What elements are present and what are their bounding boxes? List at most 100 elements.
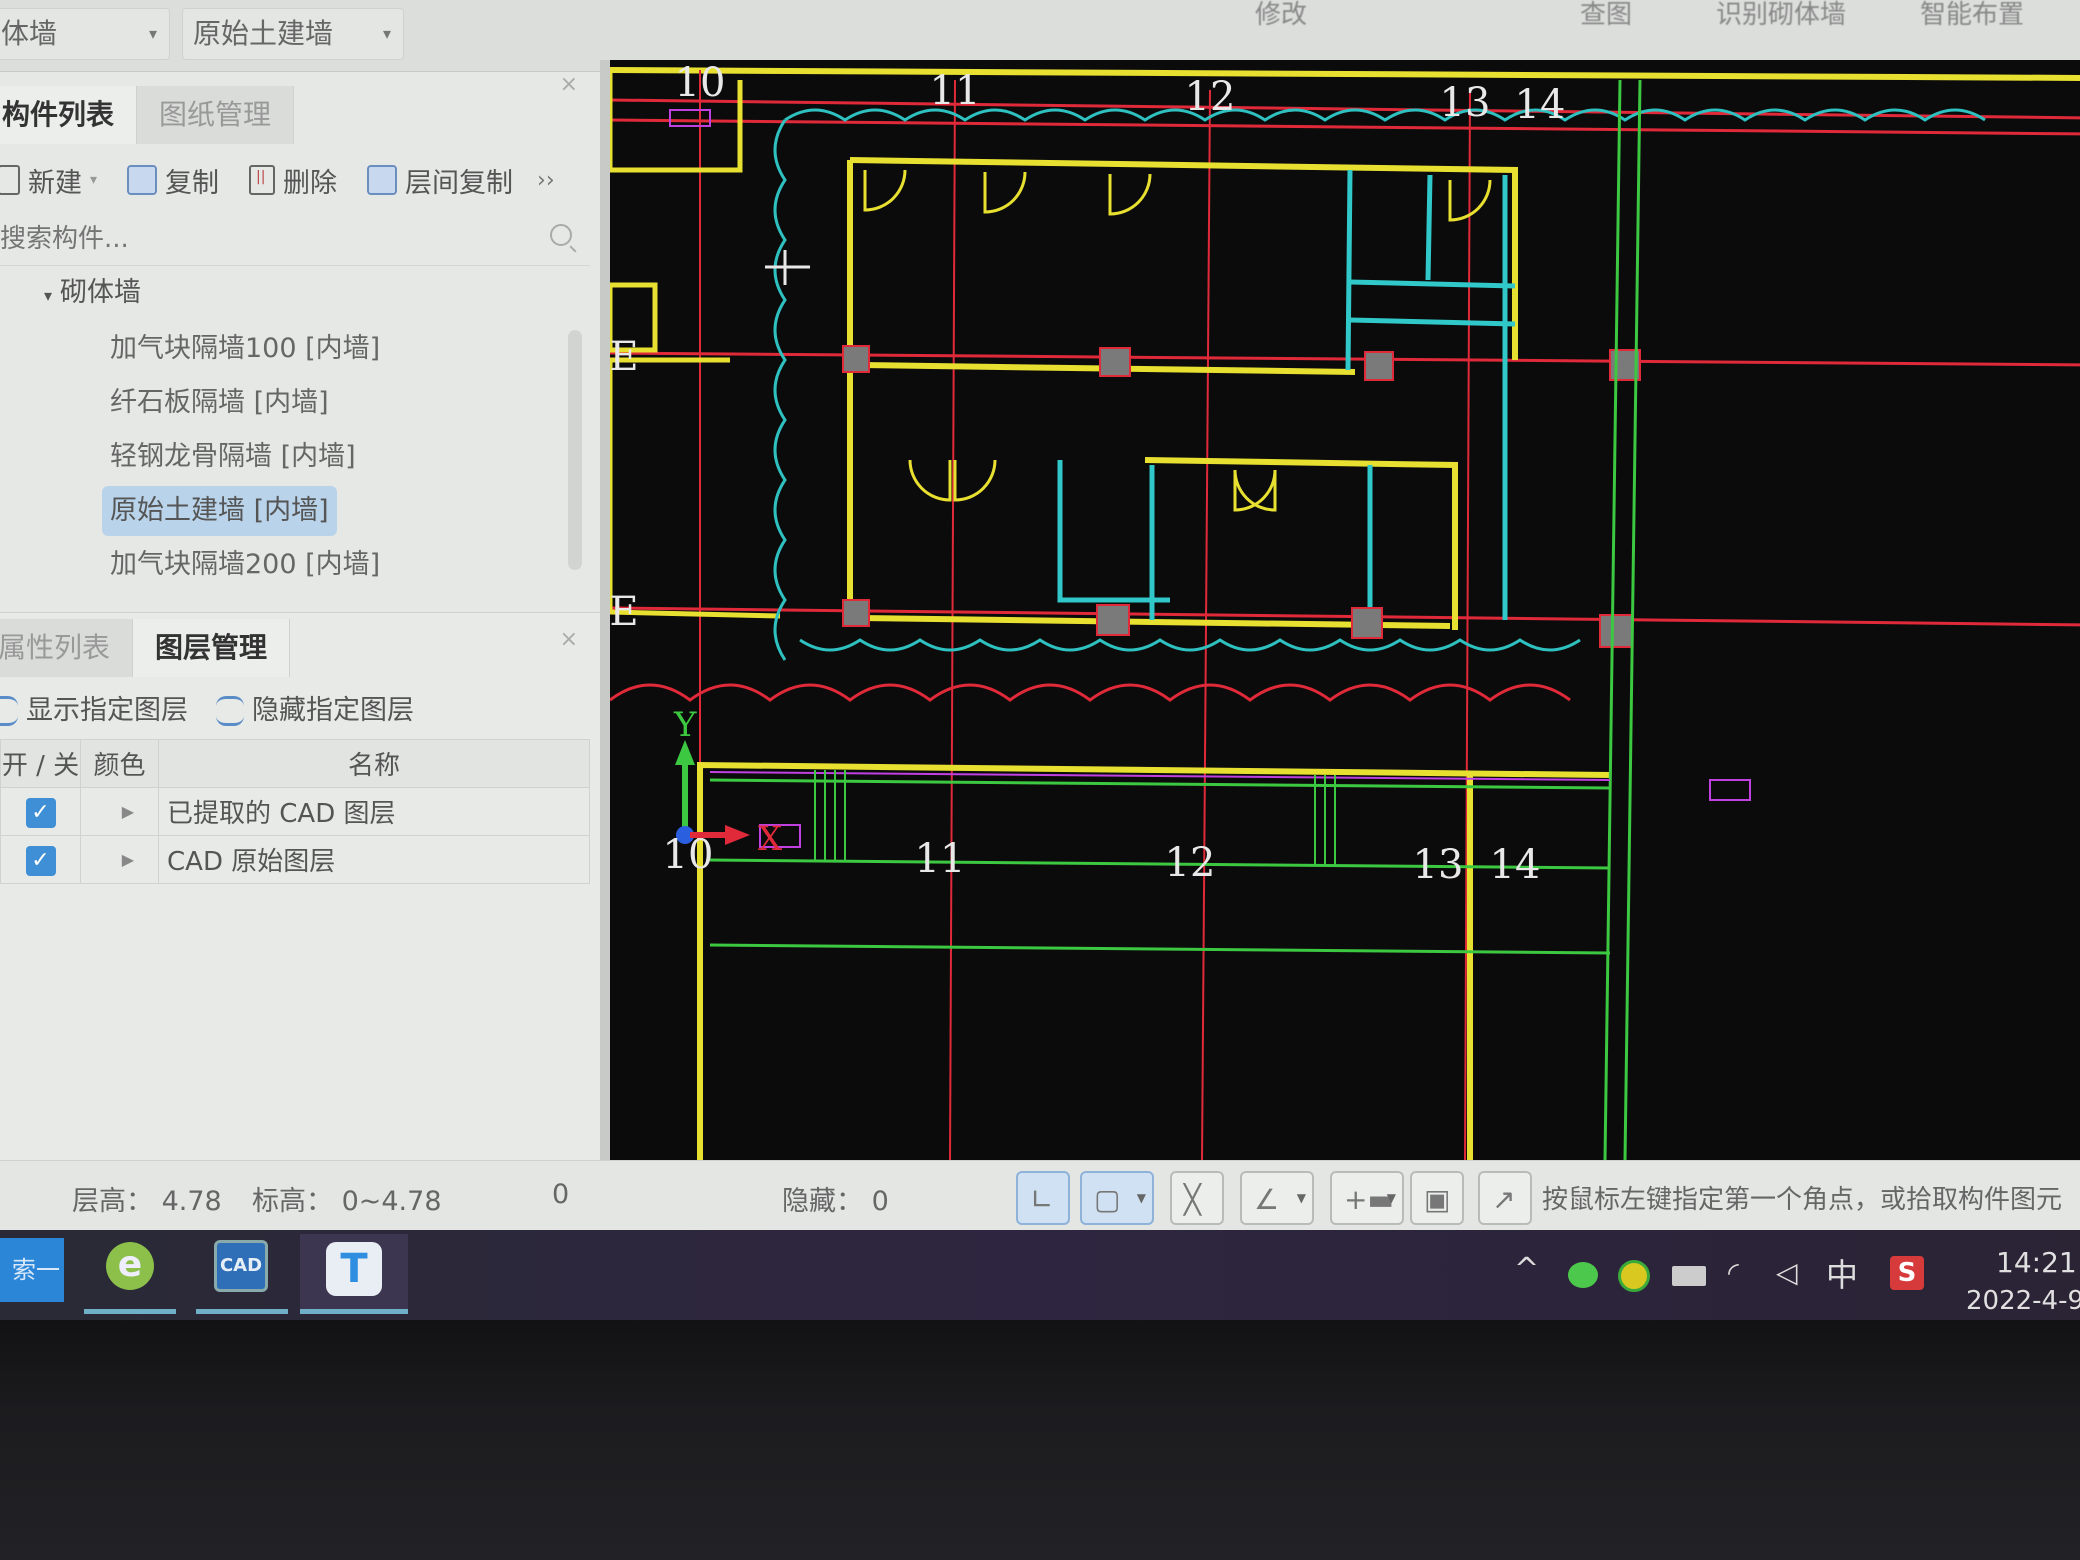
active-indicator: [300, 1309, 408, 1314]
delete-label: 删除: [283, 167, 338, 199]
show-layer-button[interactable]: 显示指定图层: [0, 688, 188, 727]
delete-button[interactable]: 删除: [243, 158, 343, 202]
angle-button[interactable]: ∠ ▼: [1240, 1171, 1314, 1225]
trash-icon: [249, 165, 276, 195]
left-panel: × 构件列表 图纸管理 新建 ▾ 复制 删除 层间复制 ››: [0, 72, 600, 1232]
row-axis-label: E: [610, 589, 639, 635]
chevron-down-icon: ▾: [382, 24, 391, 43]
ribbon-tab-modify[interactable]: 修改: [1255, 0, 1307, 30]
taskbar-app-cad[interactable]: CAD: [196, 1234, 288, 1314]
ribbon-tab-identify-wall[interactable]: 识别砌体墙: [1716, 0, 1846, 30]
ucs-x-label: X: [758, 819, 783, 859]
layer-name: 已提取的 CAD 图层: [158, 787, 590, 836]
floor-copy-icon: [367, 165, 398, 195]
polyline-cursor-icon: ↗: [1492, 1183, 1516, 1216]
copy-button[interactable]: 复制: [121, 158, 225, 202]
component-select[interactable]: 原始土建墙 ▾: [182, 8, 404, 60]
axis-label-bottom: 13: [1413, 842, 1464, 888]
floor-copy-button[interactable]: 层间复制: [361, 158, 519, 202]
tree-item[interactable]: 加气块隔墙100 [内墙]: [102, 324, 388, 374]
show-hidden-icons-button[interactable]: ^: [1514, 1252, 1539, 1287]
cyan-partitions: [1057, 169, 1516, 620]
battery-plug-icon[interactable]: [1672, 1266, 1706, 1286]
table-row[interactable]: ✓ ▶ CAD 原始图层: [0, 835, 590, 884]
status-bar: 层高： 4.78 标高： 0~4.78 0 隐藏： 0 ∟ ▢ ▼ ╳ ∠ ▼ +▬…: [0, 1160, 2080, 1230]
component-value: 原始土建墙: [193, 17, 334, 50]
axis-label-bottom: 11: [915, 836, 966, 882]
component-panel-tabs: 构件列表 图纸管理: [0, 86, 295, 144]
clock-time[interactable]: 14:21: [1996, 1246, 2077, 1279]
cad-app-icon: CAD: [214, 1240, 268, 1292]
object-snap-button[interactable]: ▢ ▼: [1080, 1171, 1154, 1225]
new-button[interactable]: 新建 ▾: [0, 158, 103, 202]
revision-cloud-middle: [799, 638, 1581, 652]
tree-item-selected[interactable]: 原始土建墙 [内墙]: [102, 486, 337, 536]
ribbon-tab-check[interactable]: 查图: [1580, 0, 1632, 30]
ribbon-tab-smart-place[interactable]: 智能布置: [1920, 0, 2024, 30]
column-color: 颜色: [80, 739, 159, 788]
close-icon[interactable]: ×: [560, 627, 578, 652]
layer-visible-checkbox[interactable]: ✓: [25, 845, 56, 876]
volume-icon[interactable]: ◁: [1776, 1256, 1798, 1289]
tab-component-list[interactable]: 构件列表: [0, 86, 138, 144]
chevron-down-icon: ▼: [1136, 1191, 1146, 1205]
component-search-input[interactable]: [0, 218, 520, 260]
component-type-select[interactable]: 体墙 ▾: [0, 8, 170, 60]
tree-group-label: 砌体墙: [60, 277, 142, 308]
monitor-screen: 体墙 ▾ 原始土建墙 ▾ 修改 查图 识别砌体墙 智能布置 × 构件列表 图纸管…: [0, 0, 2080, 1320]
more-button[interactable]: ››: [537, 168, 555, 193]
sogou-ime-icon[interactable]: S: [1890, 1256, 1924, 1290]
lower-building-walls: [697, 761, 1611, 1160]
layer-panel: × 属性列表 图层管理 显示指定图层 隐藏指定图层 开 / 关 颜色 名称 ✓ …: [0, 612, 600, 1232]
axis-label-top: 12: [1185, 74, 1236, 120]
angle-icon: ∠: [1254, 1183, 1280, 1216]
ucs-y-label: Y: [673, 705, 697, 745]
taskbar-app-browser[interactable]: e: [84, 1234, 176, 1314]
search-icon[interactable]: [550, 224, 572, 246]
browser-e-icon: e: [106, 1242, 154, 1290]
expand-arrow-icon[interactable]: ▶: [80, 787, 159, 836]
tree-scrollbar[interactable]: [568, 330, 582, 570]
expand-arrow-icon[interactable]: ▾: [44, 286, 52, 305]
tab-layer-manager[interactable]: 图层管理: [133, 619, 291, 677]
revision-cloud-red: [610, 683, 1571, 702]
taskbar-search-button[interactable]: 索一下: [0, 1238, 64, 1302]
component-toolbar: 新建 ▾ 复制 删除 层间复制 ››: [0, 150, 600, 210]
chevron-down-icon: ▼: [1386, 1191, 1396, 1205]
snap-rect-icon: ▢: [1094, 1183, 1121, 1216]
intersection-snap-button[interactable]: ╳: [1170, 1171, 1224, 1225]
security-shield-icon[interactable]: [1618, 1260, 1650, 1292]
dynamic-input-button[interactable]: +▬ ▼: [1330, 1171, 1404, 1225]
selection-cycle-button[interactable]: ▣: [1410, 1171, 1464, 1225]
cad-drawing-canvas[interactable]: 10 11 12 13 14 10 11 12 13 14 E E X Y: [600, 60, 2080, 1160]
hide-layer-label: 隐藏指定图层: [252, 694, 414, 726]
wechat-icon[interactable]: [1568, 1262, 1598, 1288]
tree-item[interactable]: 轻钢龙骨隔墙 [内墙]: [102, 432, 364, 482]
wifi-icon[interactable]: ◜: [1728, 1256, 1739, 1289]
layer-toolbar: 显示指定图层 隐藏指定图层: [0, 679, 414, 735]
selected-count: 0: [552, 1179, 570, 1210]
layer-visible-checkbox[interactable]: ✓: [25, 797, 56, 828]
layer-table-header: 开 / 关 颜色 名称: [0, 739, 590, 788]
table-row[interactable]: ✓ ▶ 已提取的 CAD 图层: [0, 787, 590, 836]
new-file-icon: [0, 165, 20, 195]
tab-property-list[interactable]: 属性列表: [0, 619, 134, 677]
tree-group-masonry-wall[interactable]: ▾ 砌体墙: [44, 268, 141, 318]
ortho-toggle-button[interactable]: ∟: [1016, 1171, 1070, 1225]
tree-item[interactable]: 纤石板隔墙 [内墙]: [102, 378, 337, 428]
tree-item[interactable]: 加气块隔墙200 [内墙]: [102, 540, 388, 590]
clock-date[interactable]: 2022-4-9: [1966, 1286, 2080, 1316]
close-icon[interactable]: ×: [560, 72, 578, 97]
polyline-select-button[interactable]: ↗: [1478, 1171, 1532, 1225]
tab-drawing-manager[interactable]: 图纸管理: [137, 86, 295, 144]
component-search: [0, 212, 590, 266]
expand-arrow-icon[interactable]: ▶: [80, 835, 159, 884]
ime-indicator[interactable]: 中: [1826, 1250, 1858, 1296]
floor-plan: 10 11 12 13 14 10 11 12 13 14 E E X Y: [610, 60, 2080, 1160]
layer-panel-tabs: 属性列表 图层管理: [0, 619, 291, 677]
horizontal-axes: [610, 351, 2080, 627]
hide-layer-button[interactable]: 隐藏指定图层: [216, 688, 414, 727]
elevation: 标高： 0~4.78: [252, 1186, 442, 1217]
windows-taskbar: 索一下 e CAD T ^ ◜ ◁ 中 S 14:21 2022-4-9: [0, 1230, 2080, 1320]
taskbar-app-t[interactable]: T: [300, 1234, 408, 1314]
